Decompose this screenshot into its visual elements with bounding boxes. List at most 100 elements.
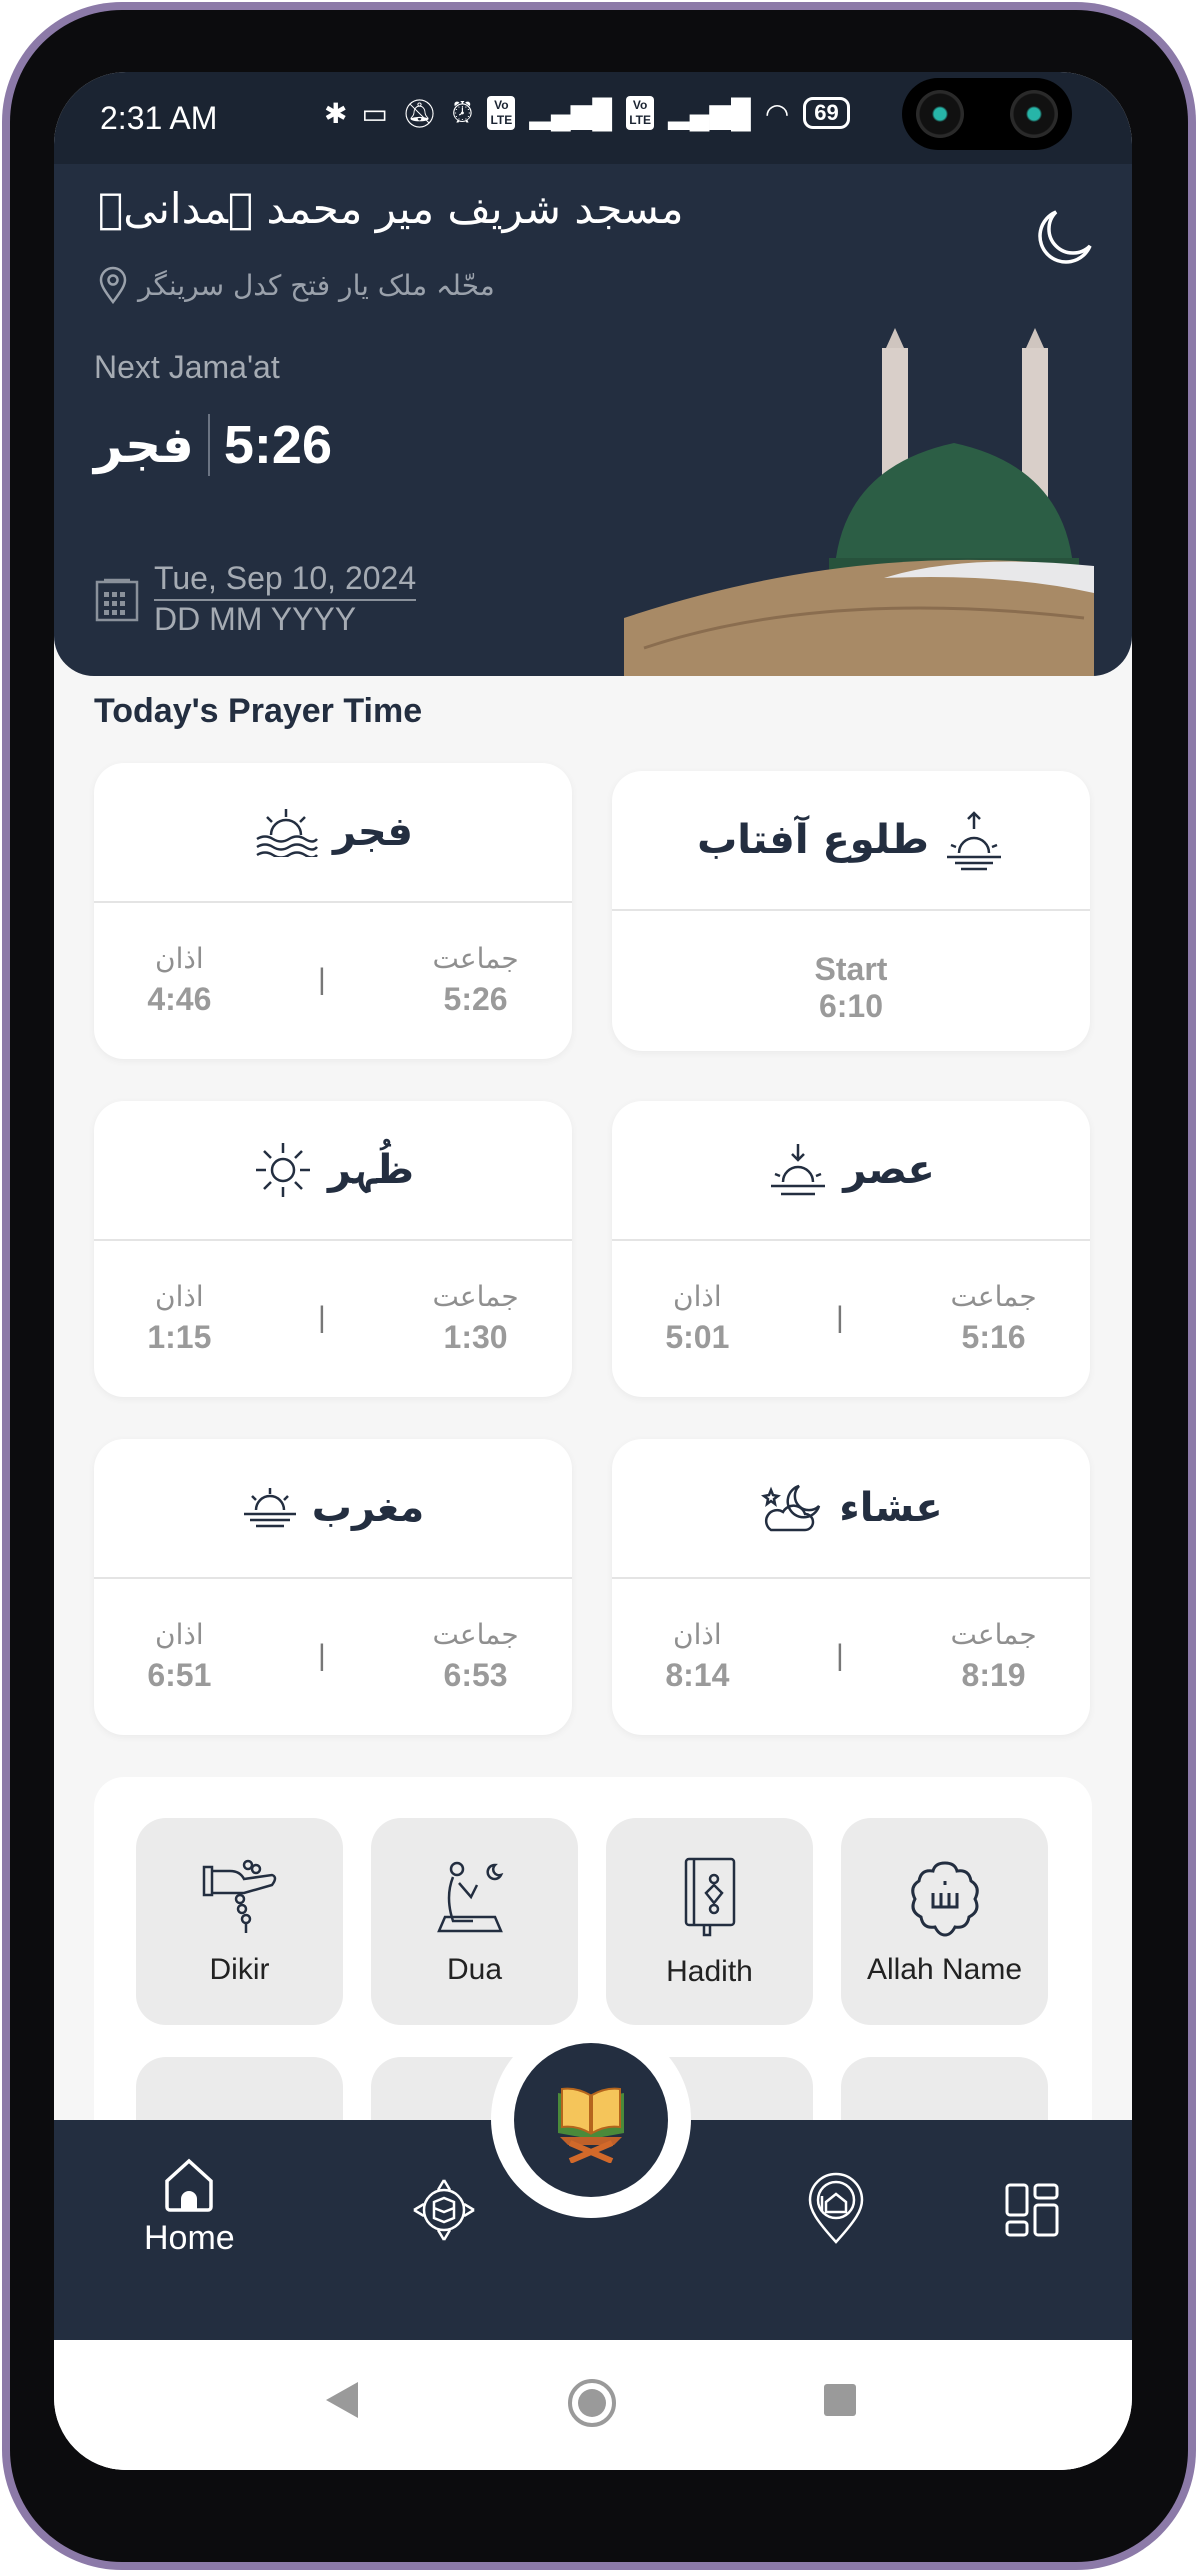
sunset-arrow-icon	[771, 1144, 826, 1196]
divider: |	[318, 963, 326, 996]
prayer-name: مغرب	[311, 1485, 425, 1531]
prayer-name: عصر	[843, 1147, 935, 1193]
status-icons: ✱ ▭ 🔕︎ ⏰︎ Vo LTE ▂▄▆█ Vo LTE ▂▄▆█ ◠ 69	[324, 96, 850, 130]
prayer-card-sunrise: طلوع آفتاب Start 6:10	[612, 771, 1090, 1051]
volte-badge: Vo LTE	[487, 96, 516, 130]
allah-calligraphy-icon	[910, 1860, 979, 1937]
start-label: Start	[814, 951, 888, 987]
feature-label: Dikir	[209, 1952, 270, 1986]
quran-button[interactable]	[514, 2043, 668, 2197]
feature-hadith[interactable]: Hadith	[606, 1818, 813, 2025]
jamaat-time: 5:26	[443, 981, 508, 1017]
system-nav-bar	[54, 2340, 1132, 2470]
divider: |	[318, 1639, 326, 1672]
volte-badge-2: Vo LTE	[626, 96, 655, 130]
signal-icon-2: ▂▄▆█	[668, 97, 751, 129]
adhan-label: اذان	[155, 942, 204, 975]
adhan-time: 8:14	[665, 1657, 730, 1693]
nav-mosque-locator[interactable]	[806, 2172, 866, 2244]
qibla-compass-icon	[413, 2179, 475, 2241]
book-icon	[684, 1857, 735, 1936]
sunrise-waves-icon	[256, 809, 319, 857]
divider: |	[836, 1301, 844, 1334]
wifi-icon: ◠	[764, 97, 790, 129]
jamaat-label: جماعت	[950, 1618, 1037, 1651]
mosque-name: مسجد شریف میر محمد ہمدانیؒ	[98, 184, 684, 233]
prayer-name: فجر	[333, 809, 413, 855]
calendar-icon	[95, 578, 139, 622]
mute-icon: 🔕︎	[401, 97, 438, 129]
mosque-location-icon	[808, 2172, 864, 2244]
divider: |	[318, 1301, 326, 1334]
mosque-image	[624, 328, 1094, 676]
location-text: محّلہ ملک یار فتح کدل سرینگر	[138, 268, 495, 302]
section-title: Today's Prayer Time	[94, 692, 423, 730]
adhan-label: اذان	[155, 1280, 204, 1313]
prayer-card-fajr: فجر اذان 4:46 | جماعت 5:26	[94, 763, 572, 1059]
prayer-card-asr: عصر اذان 5:01 | جماعت 5:16	[612, 1101, 1090, 1397]
nav-home-label: Home	[144, 2219, 235, 2257]
nav-qibla[interactable]	[412, 2178, 476, 2242]
feature-label: Dua	[446, 1952, 503, 1986]
adhan-time: 1:15	[147, 1319, 212, 1355]
start-time: 6:10	[818, 988, 884, 1024]
next-jamaat: فجر 5:26	[94, 414, 332, 476]
home-icon	[165, 2158, 214, 2212]
nav-home[interactable]: Home	[144, 2157, 235, 2258]
adhan-label: اذان	[673, 1618, 722, 1651]
jamaat-time: 6:53	[443, 1657, 508, 1693]
jamaat-label: جماعت	[432, 1280, 519, 1313]
jamaat-time: 8:19	[961, 1657, 1026, 1693]
jamaat-time: 1:30	[443, 1319, 508, 1355]
moon-stars-cloud-icon	[761, 1484, 821, 1532]
tasbih-hand-icon	[202, 1859, 276, 1933]
moon-icon[interactable]	[1034, 206, 1096, 268]
prayer-card-isha: عشاء اذان 8:14 | جماعت 8:19	[612, 1439, 1090, 1735]
header-card: مسجد شریف میر محمد ہمدانیؒ محّلہ ملک یار…	[54, 164, 1132, 676]
adhan-time: 4:46	[147, 981, 212, 1017]
vibrate-icon: ▭	[361, 97, 388, 129]
app-screen: 2:31 AM ✱ ▭ 🔕︎ ⏰︎ Vo LTE ▂▄▆█ Vo LTE ▂▄▆…	[54, 72, 1132, 2470]
feature-label: Hadith	[666, 1954, 753, 1988]
feature-dikir[interactable]: Dikir	[136, 1818, 343, 2025]
next-jamaat-label: Next Jama'at	[94, 349, 280, 385]
praying-person-icon	[436, 1861, 503, 1932]
nav-dashboard[interactable]	[1004, 2182, 1060, 2238]
jamaat-label: جماعت	[950, 1280, 1037, 1313]
sun-icon	[256, 1143, 310, 1197]
quran-icon	[558, 2087, 624, 2163]
next-prayer-name: فجر	[94, 416, 194, 474]
camera-cutout	[902, 78, 1072, 150]
date-format: DD MM YYYY	[154, 601, 357, 637]
date-text: Tue, Sep 10, 2024	[154, 560, 417, 601]
prayer-name: ظُہر	[328, 1147, 414, 1193]
signal-icon: ▂▄▆█	[529, 97, 613, 129]
sunrise-arrow-icon	[946, 811, 1001, 871]
date-picker[interactable]: Tue, Sep 10, 2024 DD MM YYYY	[94, 560, 417, 638]
prayer-card-dhuhr: ظُہر اذان 1:15 | جماعت 1:30	[94, 1101, 572, 1397]
adhan-label: اذان	[155, 1618, 204, 1651]
status-time: 2:31 AM	[100, 99, 218, 136]
adhan-time: 5:01	[665, 1319, 730, 1355]
battery-icon: 69	[803, 97, 850, 129]
adhan-label: اذان	[673, 1280, 722, 1313]
bluetooth-icon: ✱	[324, 97, 348, 129]
alarm-icon: ⏰︎	[451, 96, 474, 128]
divider: |	[836, 1639, 844, 1672]
dashboard-icon	[1005, 2183, 1059, 2237]
location: محّلہ ملک یار فتح کدل سرینگر	[98, 266, 495, 304]
location-pin-icon	[99, 266, 127, 304]
status-bar: 2:31 AM ✱ ▭ 🔕︎ ⏰︎ Vo LTE ▂▄▆█ Vo LTE ▂▄▆…	[54, 72, 1132, 164]
prayer-name: طلوع آفتاب	[697, 817, 929, 863]
prayer-card-maghrib: مغرب اذان 6:51 | جماعت 6:53	[94, 1439, 572, 1735]
feature-dua[interactable]: Dua	[371, 1818, 578, 2025]
prayer-name: عشاء	[839, 1485, 943, 1531]
jamaat-label: جماعت	[432, 1618, 519, 1651]
home-circle-icon[interactable]	[567, 2378, 617, 2428]
divider	[207, 414, 210, 476]
adhan-time: 6:51	[147, 1657, 212, 1693]
recents-icon[interactable]	[822, 2382, 858, 2418]
feature-allah-name[interactable]: Allah Name	[841, 1818, 1048, 2025]
back-icon[interactable]	[322, 2378, 362, 2422]
jamaat-label: جماعت	[432, 942, 519, 975]
